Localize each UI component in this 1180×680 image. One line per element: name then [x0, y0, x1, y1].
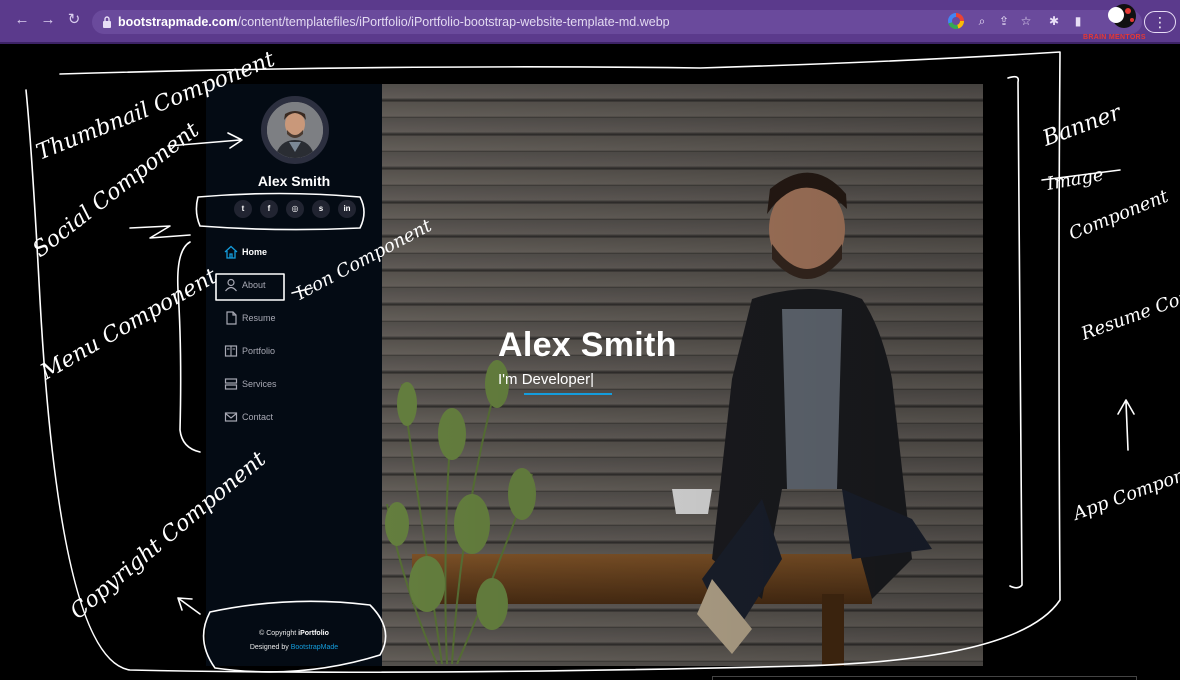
menu-bracket — [176, 241, 201, 453]
hero-overlay — [382, 84, 983, 666]
skype-icon[interactable]: s — [312, 200, 330, 218]
twitter-icon[interactable]: t — [234, 200, 252, 218]
sidebar-icon[interactable]: ▮ — [1070, 13, 1086, 29]
menu-icon[interactable]: ⋮ — [1144, 11, 1176, 33]
note-banner: Banner — [1039, 100, 1126, 152]
menu-item-resume[interactable]: Resume — [224, 310, 364, 330]
menu-label-portfolio: Portfolio — [242, 346, 276, 356]
menu-label-contact: Contact — [242, 412, 274, 422]
person-icon — [225, 278, 237, 292]
facebook-icon[interactable]: f — [260, 200, 278, 218]
profile-name: Alex Smith — [257, 173, 331, 189]
google-icon[interactable] — [948, 13, 964, 29]
avatar — [261, 96, 329, 164]
copyright-arrow — [177, 597, 201, 615]
menu-item-home[interactable]: Home — [224, 244, 364, 264]
star-icon[interactable]: ☆ — [1018, 13, 1034, 29]
strike-line — [1041, 169, 1121, 181]
book-icon — [224, 345, 238, 357]
instagram-icon[interactable]: ◎ — [286, 200, 304, 218]
server-icon — [224, 378, 238, 390]
copyright-prefix: © Copyright — [259, 630, 299, 637]
sidebar: Alex Smith t f ◎ s in Home About Resume … — [206, 84, 382, 666]
note-app: App Component — [1069, 454, 1180, 525]
menu-label-services: Services — [242, 379, 277, 389]
zoom-icon[interactable]: ⌕ — [974, 13, 990, 29]
hero-banner: Alex Smith I'm Developer| — [382, 84, 983, 666]
url-text: bootstrapmade.com/content/templatefiles/… — [118, 13, 670, 31]
typed-underline — [524, 393, 612, 395]
note-menu: Menu Component — [36, 264, 222, 386]
linkedin-icon[interactable]: in — [338, 200, 356, 218]
note-banner-component: Component — [1066, 186, 1172, 245]
home-icon — [224, 245, 238, 259]
forward-icon[interactable]: → — [40, 11, 56, 29]
envelope-icon — [224, 412, 238, 422]
menu-item-portfolio[interactable]: Portfolio — [224, 343, 364, 363]
hero-subtitle: I'm Developer| — [498, 371, 612, 395]
hero-subtitle-text: I'm Developer| — [498, 371, 594, 388]
copyright-brand: iPortfolio — [298, 630, 329, 637]
copyright-text: © Copyright iPortfolio — [206, 627, 382, 641]
note-resume: Resume Component — [1078, 262, 1180, 345]
reload-icon[interactable]: ↻ — [66, 11, 82, 29]
note-banner-struck: Image — [1044, 164, 1105, 195]
brain-mentors-logo — [1108, 4, 1136, 28]
share-icon[interactable]: ⇪ — [996, 13, 1012, 29]
social-arrow — [129, 225, 191, 239]
bottom-overlay-edge — [712, 676, 1137, 680]
credits-link[interactable]: BootstrapMade — [291, 644, 338, 651]
menu-item-about[interactable]: About — [224, 277, 364, 297]
portfolio-site: Alex Smith t f ◎ s in Home About Resume … — [206, 84, 983, 666]
screen: ← → ↻ bootstrapmade.com/content/template… — [0, 0, 1180, 680]
credits-text: Designed by BootstrapMade — [206, 641, 382, 655]
file-icon — [226, 311, 237, 325]
sidebar-footer: © Copyright iPortfolio Designed by Boots… — [206, 627, 382, 655]
hero-title: Alex Smith — [498, 326, 677, 364]
up-arrow — [1117, 399, 1135, 451]
url-path: /content/templatefiles/iPortfolio/iPortf… — [237, 15, 670, 29]
credits-prefix: Designed by — [249, 644, 291, 651]
note-social: Social Component — [28, 118, 204, 263]
back-icon[interactable]: ← — [14, 11, 30, 29]
social-links: t f ◎ s in — [230, 200, 360, 218]
menu-item-contact[interactable]: Contact — [224, 409, 364, 429]
menu-label-resume: Resume — [242, 313, 276, 323]
url-host: bootstrapmade.com — [118, 15, 238, 29]
menu-label-about: About — [242, 280, 266, 290]
menu-label-home: Home — [242, 247, 268, 257]
menu-item-services[interactable]: Services — [224, 376, 364, 396]
lock-icon — [103, 16, 111, 28]
extensions-icon[interactable]: ✱ — [1046, 13, 1062, 29]
banner-bracket — [1007, 75, 1023, 589]
browser-toolbar: ← → ↻ bootstrapmade.com/content/template… — [0, 0, 1180, 44]
brain-mentors-text: BRAIN MENTORS — [1083, 34, 1146, 41]
